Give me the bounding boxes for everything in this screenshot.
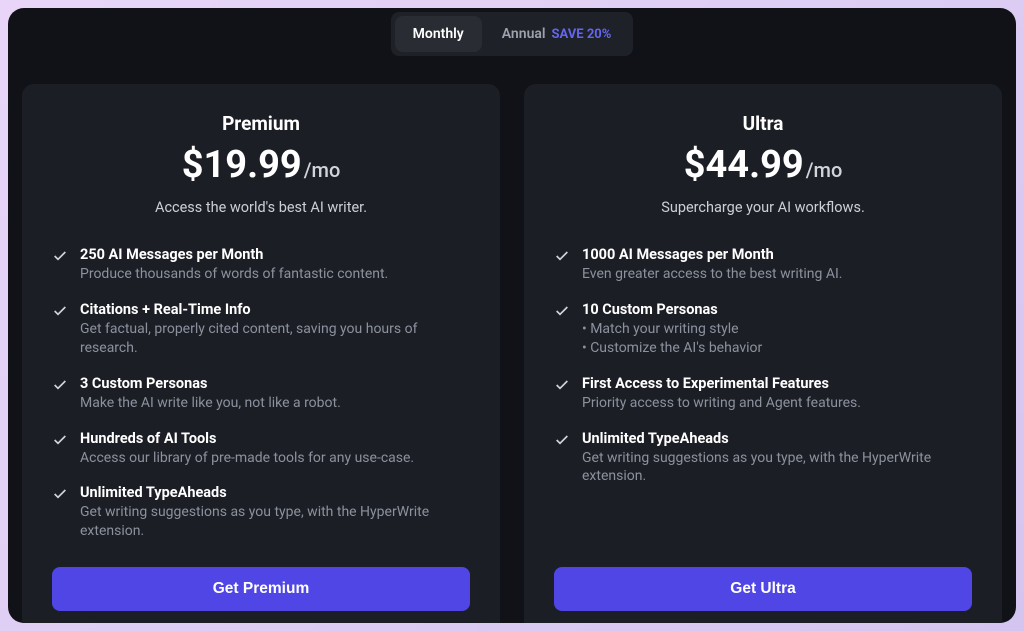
price-row-ultra: $44.99 /mo [554, 143, 972, 187]
toggle-monthly-label: Monthly [413, 26, 464, 42]
feature-text: 1000 AI Messages per Month Even greater … [582, 246, 972, 284]
feature-item: 10 Custom Personas • Match your writing … [554, 301, 972, 358]
feature-title: Unlimited TypeAheads [80, 484, 470, 501]
plan-header-ultra: Ultra $44.99 /mo Supercharge your AI wor… [554, 112, 972, 216]
feature-item: Hundreds of AI Tools Access our library … [52, 430, 470, 468]
check-icon [52, 432, 68, 448]
feature-text: First Access to Experimental Features Pr… [582, 375, 972, 413]
plan-name-ultra: Ultra [554, 112, 972, 135]
feature-bullet: • Match your writing style [582, 320, 972, 339]
get-ultra-button[interactable]: Get Ultra [554, 567, 972, 611]
plan-price-ultra: $44.99 [684, 143, 804, 187]
pricing-cards: Premium $19.99 /mo Access the world's be… [22, 84, 1002, 623]
toggle-annual[interactable]: Annual SAVE 20% [484, 16, 630, 52]
feature-item: 1000 AI Messages per Month Even greater … [554, 246, 972, 284]
feature-title: 250 AI Messages per Month [80, 246, 470, 263]
pricing-container: Monthly Annual SAVE 20% Premium $19.99 /… [8, 8, 1016, 623]
check-icon [554, 248, 570, 264]
check-icon [52, 377, 68, 393]
feature-title: 1000 AI Messages per Month [582, 246, 972, 263]
billing-toggle: Monthly Annual SAVE 20% [391, 12, 634, 56]
check-icon [52, 486, 68, 502]
feature-item: 250 AI Messages per Month Produce thousa… [52, 246, 470, 284]
feature-title: Citations + Real-Time Info [80, 301, 470, 318]
feature-desc: Get writing suggestions as you type, wit… [582, 449, 972, 487]
feature-item: Unlimited TypeAheads Get writing suggest… [52, 484, 470, 541]
save-badge: SAVE 20% [552, 27, 612, 42]
feature-desc: Get writing suggestions as you type, wit… [80, 503, 470, 541]
feature-bullet: • Customize the AI's behavior [582, 339, 972, 358]
toggle-annual-label: Annual [502, 26, 546, 42]
feature-desc: Produce thousands of words of fantastic … [80, 265, 470, 284]
feature-text: Unlimited TypeAheads Get writing suggest… [80, 484, 470, 541]
plan-period-ultra: /mo [806, 158, 843, 182]
price-row-premium: $19.99 /mo [52, 143, 470, 187]
feature-item: Unlimited TypeAheads Get writing suggest… [554, 430, 972, 487]
check-icon [554, 303, 570, 319]
feature-item: Citations + Real-Time Info Get factual, … [52, 301, 470, 358]
plan-card-premium: Premium $19.99 /mo Access the world's be… [22, 84, 500, 623]
feature-desc: Even greater access to the best writing … [582, 265, 972, 284]
feature-desc: Get factual, properly cited content, sav… [80, 320, 470, 358]
plan-tagline-ultra: Supercharge your AI workflows. [554, 199, 972, 216]
feature-text: 10 Custom Personas • Match your writing … [582, 301, 972, 358]
feature-text: 3 Custom Personas Make the AI write like… [80, 375, 470, 413]
feature-text: Citations + Real-Time Info Get factual, … [80, 301, 470, 358]
plan-header-premium: Premium $19.99 /mo Access the world's be… [52, 112, 470, 216]
features-list-premium: 250 AI Messages per Month Produce thousa… [52, 246, 470, 541]
check-icon [554, 432, 570, 448]
check-icon [52, 248, 68, 264]
feature-item: 3 Custom Personas Make the AI write like… [52, 375, 470, 413]
get-premium-button[interactable]: Get Premium [52, 567, 470, 611]
plan-price-premium: $19.99 [182, 143, 302, 187]
check-icon [52, 303, 68, 319]
feature-title: 3 Custom Personas [80, 375, 470, 392]
features-list-ultra: 1000 AI Messages per Month Even greater … [554, 246, 972, 541]
feature-title: 10 Custom Personas [582, 301, 972, 318]
feature-item: First Access to Experimental Features Pr… [554, 375, 972, 413]
plan-name-premium: Premium [52, 112, 470, 135]
feature-text: Unlimited TypeAheads Get writing suggest… [582, 430, 972, 487]
feature-title: First Access to Experimental Features [582, 375, 972, 392]
plan-period-premium: /mo [304, 158, 341, 182]
feature-text: Hundreds of AI Tools Access our library … [80, 430, 470, 468]
billing-toggle-wrap: Monthly Annual SAVE 20% [22, 8, 1002, 84]
toggle-monthly[interactable]: Monthly [395, 16, 482, 52]
feature-title: Hundreds of AI Tools [80, 430, 470, 447]
feature-text: 250 AI Messages per Month Produce thousa… [80, 246, 470, 284]
feature-desc: Priority access to writing and Agent fea… [582, 394, 972, 413]
feature-desc: Make the AI write like you, not like a r… [80, 394, 470, 413]
plan-card-ultra: Ultra $44.99 /mo Supercharge your AI wor… [524, 84, 1002, 623]
plan-tagline-premium: Access the world's best AI writer. [52, 199, 470, 216]
feature-desc: Access our library of pre-made tools for… [80, 449, 470, 468]
check-icon [554, 377, 570, 393]
feature-title: Unlimited TypeAheads [582, 430, 972, 447]
